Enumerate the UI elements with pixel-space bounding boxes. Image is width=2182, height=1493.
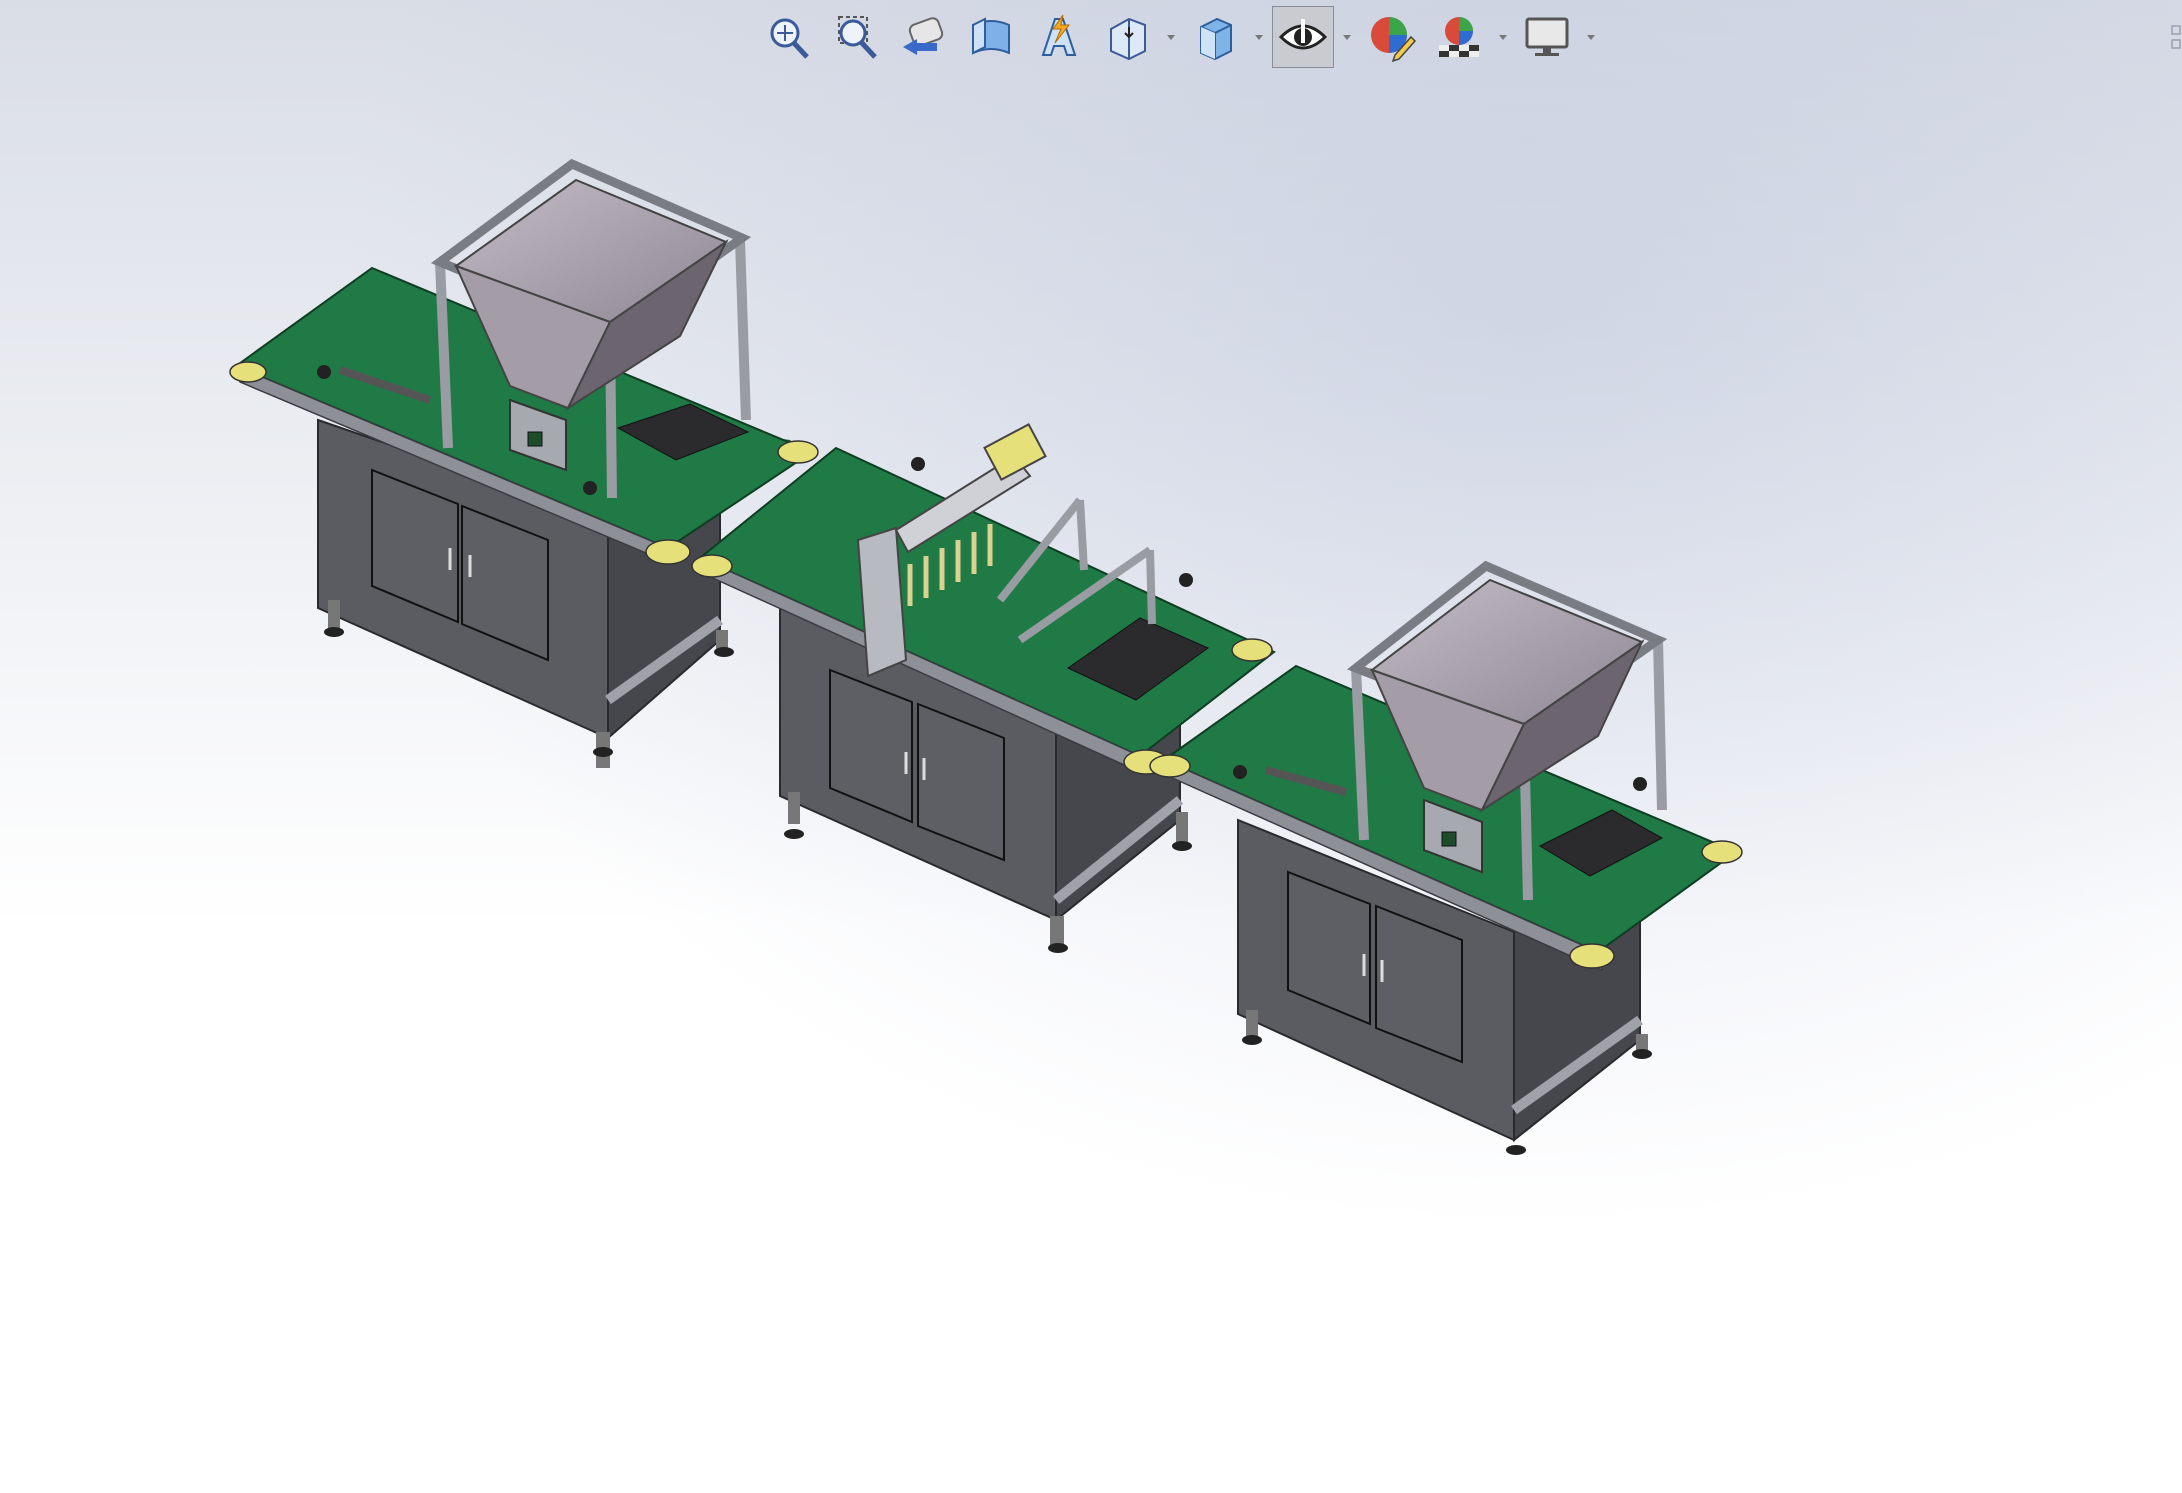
middle-foot	[1048, 943, 1068, 953]
left-foot	[714, 647, 734, 657]
middle-foot	[784, 829, 804, 839]
right-roller-cap	[1569, 943, 1615, 969]
middle-foot	[1172, 841, 1192, 851]
left-leg	[328, 600, 340, 630]
view-orientation-dropdown-icon[interactable]	[1164, 6, 1178, 68]
left-foot	[593, 747, 613, 757]
heads-up-view-toolbar	[756, 6, 1598, 68]
left-roller-cap	[229, 361, 267, 383]
middle-roller-cap	[1231, 638, 1273, 662]
display-style-dropdown-icon[interactable]	[1252, 6, 1266, 68]
guide-frame	[1146, 549, 1156, 625]
middle-forming-unit[interactable]	[691, 423, 1276, 953]
graphics-area[interactable]	[0, 0, 2182, 1493]
right-roller-cap	[1149, 754, 1191, 778]
window-restore-icon[interactable]	[2166, 22, 2182, 52]
dynamic-annotation-icon[interactable]	[1028, 6, 1090, 68]
right-foot	[1632, 1049, 1652, 1059]
conveyor-line-model[interactable]	[0, 0, 2182, 1493]
zoom-to-fit-icon[interactable]	[756, 6, 818, 68]
left-adjust-knob[interactable]	[317, 365, 331, 379]
right-roller-cap	[1701, 840, 1743, 864]
left-control-box[interactable]	[527, 431, 543, 447]
view-orientation-icon[interactable]	[1096, 6, 1158, 68]
left-feeder-unit[interactable]	[229, 158, 819, 768]
forming-side-frame	[1076, 499, 1088, 571]
right-adjust-knob[interactable]	[1633, 777, 1647, 791]
section-view-icon[interactable]	[960, 6, 1022, 68]
left-roller-cap	[645, 539, 691, 565]
middle-roller-cap	[691, 554, 733, 578]
view-settings-dropdown-icon[interactable]	[1584, 6, 1598, 68]
middle-adjust-knob[interactable]	[911, 457, 925, 471]
middle-leg	[788, 792, 800, 824]
eye-icon[interactable]	[1272, 6, 1334, 68]
hide-show-dropdown-icon[interactable]	[1340, 6, 1354, 68]
left-hopper-post	[735, 239, 751, 421]
left-roller-cap	[777, 440, 819, 464]
apply-scene-dropdown-icon[interactable]	[1496, 6, 1510, 68]
left-adjust-knob[interactable]	[583, 481, 597, 495]
previous-view-icon[interactable]	[892, 6, 954, 68]
middle-adjust-knob[interactable]	[1179, 573, 1193, 587]
monitor-icon[interactable]	[1516, 6, 1578, 68]
zoom-to-area-icon[interactable]	[824, 6, 886, 68]
right-adjust-knob[interactable]	[1233, 765, 1247, 779]
right-hopper-post	[1653, 639, 1667, 811]
right-control-box[interactable]	[1441, 831, 1457, 847]
left-foot	[324, 627, 344, 637]
apply-scene-icon[interactable]	[1428, 6, 1490, 68]
right-foot	[1506, 1145, 1526, 1155]
display-style-icon[interactable]	[1184, 6, 1246, 68]
edit-appearance-icon[interactable]	[1360, 6, 1422, 68]
right-foot	[1242, 1035, 1262, 1045]
